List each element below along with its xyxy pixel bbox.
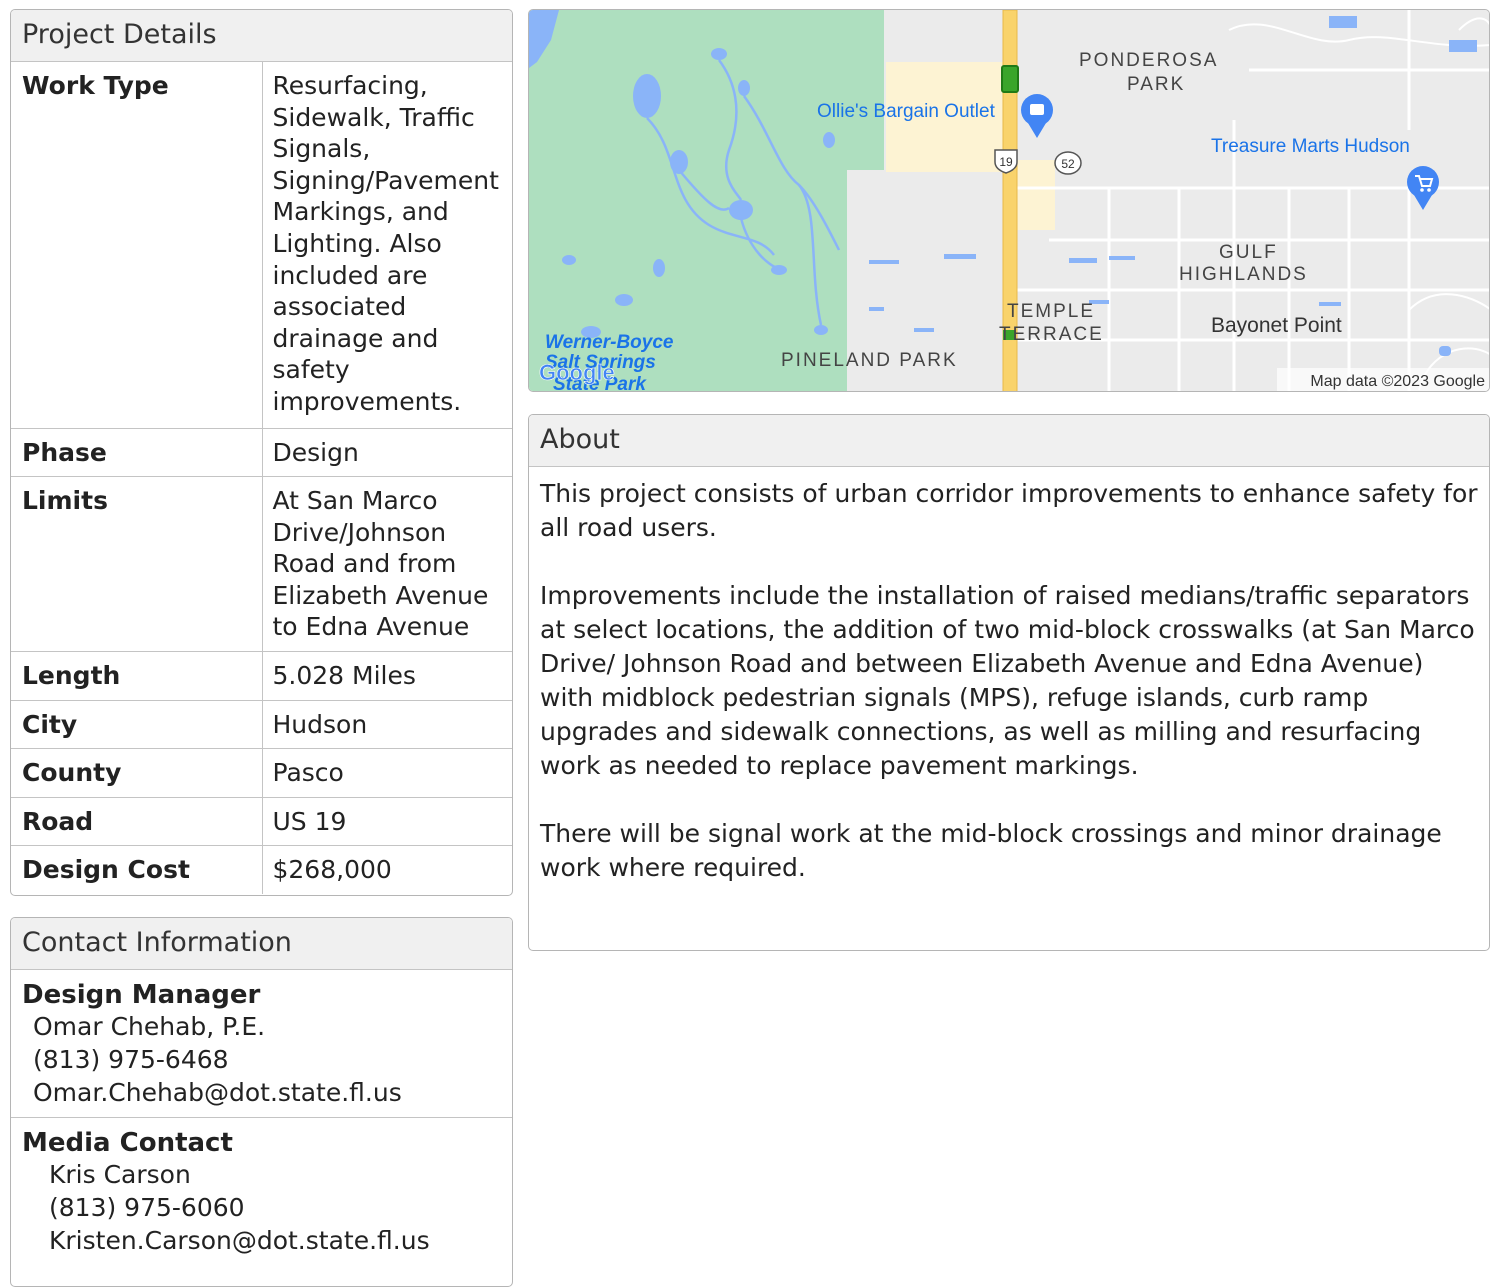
table-row: Design Cost $268,000 — [11, 845, 512, 895]
route-shield-19: 19 — [994, 149, 1018, 174]
row-label: Phase — [11, 428, 263, 478]
contact-name: Kris Carson — [49, 1160, 191, 1189]
google-logo: Google — [539, 360, 615, 385]
table-row: Work Type Resurfacing, Sidewalk, Traffic… — [11, 62, 512, 429]
row-value: Pasco — [262, 748, 512, 798]
about-body: This project consists of urban corridor … — [529, 467, 1489, 885]
row-value: $268,000 — [272, 855, 392, 885]
row-label: Work Type — [11, 62, 263, 429]
table-row: Limits At San Marco Drive/Johnson Road a… — [11, 476, 512, 653]
media-contact: Media Contact Kris Carson (813) 975-6060… — [11, 1117, 512, 1265]
contact-role: Design Manager — [22, 980, 261, 1010]
about-title: About — [529, 415, 1489, 467]
shield-19-label: 19 — [999, 155, 1013, 169]
map-label: TEMPLE — [1007, 301, 1095, 322]
project-details-panel: Project Details Work Type Resurfacing, S… — [10, 9, 513, 896]
row-label: Design Cost — [11, 845, 263, 895]
contact-name: Omar Chehab, P.E. — [33, 1012, 266, 1041]
row-label: Road — [11, 797, 263, 847]
project-map[interactable]: 19 52 PONDEROSA PARK Ollie's Bargain Out… — [528, 9, 1490, 392]
contact-email: Omar.Chehab@dot.state.fl.us — [33, 1078, 402, 1107]
row-label: County — [11, 748, 263, 798]
row-label: Length — [11, 651, 263, 701]
project-marker[interactable] — [1001, 65, 1019, 93]
row-value: US 19 — [262, 797, 512, 847]
table-row: County Pasco — [11, 748, 512, 798]
shield-52-label: 52 — [1061, 157, 1075, 171]
table-row: Length 5.028 Miles — [11, 651, 512, 701]
contact-information-title: Contact Information — [11, 918, 512, 970]
project-details-table: Work Type Resurfacing, Sidewalk, Traffic… — [11, 62, 512, 895]
about-paragraph: Improvements include the installation of… — [540, 581, 1475, 780]
map-label-bayonet: Bayonet Point — [1211, 314, 1342, 337]
contact-information-panel: Contact Information Design Manager Omar … — [10, 917, 513, 1287]
map-label: PONDEROSA — [1079, 50, 1218, 71]
map-label: PARK — [1127, 74, 1185, 95]
row-value: Design — [262, 428, 512, 478]
map-label-treasure: Treasure Marts Hudson — [1211, 136, 1410, 157]
route-shield-52: 52 — [1054, 151, 1082, 175]
row-value: 5.028 Miles — [262, 651, 512, 701]
map-label: GULF — [1219, 242, 1278, 263]
map-label-ollies: Ollie's Bargain Outlet — [817, 101, 996, 122]
contact-role: Media Contact — [22, 1128, 233, 1158]
row-value: Resurfacing, Sidewalk, Traffic Signals, … — [262, 62, 512, 429]
row-value: Hudson — [262, 700, 512, 750]
row-value: At San Marco Drive/Johnson Road and from… — [262, 476, 512, 653]
about-paragraph: This project consists of urban corridor … — [540, 479, 1478, 542]
design-manager-contact: Design Manager Omar Chehab, P.E. (813) 9… — [11, 970, 512, 1117]
table-row: Phase Design — [11, 428, 512, 478]
about-paragraph: There will be signal work at the mid-blo… — [540, 819, 1442, 882]
table-row: City Hudson — [11, 700, 512, 750]
contact-phone: (813) 975-6060 — [49, 1193, 245, 1222]
map-canvas[interactable]: 19 52 PONDEROSA PARK Ollie's Bargain Out… — [529, 10, 1490, 392]
map-label: HIGHLANDS — [1179, 264, 1308, 285]
about-panel: About This project consists of urban cor… — [528, 414, 1490, 951]
map-label: Werner-Boyce — [545, 332, 674, 353]
row-label: Limits — [11, 476, 263, 653]
contact-phone: (813) 975-6468 — [33, 1045, 229, 1074]
contact-email: Kristen.Carson@dot.state.fl.us — [49, 1226, 430, 1255]
map-label: PINELAND PARK — [781, 350, 958, 371]
map-attribution[interactable]: Map data ©2023 Google — [1310, 373, 1485, 390]
project-details-title: Project Details — [11, 10, 512, 62]
table-row: Road US 19 — [11, 797, 512, 847]
row-label: City — [11, 700, 263, 750]
map-label: TERRACE — [999, 324, 1104, 345]
